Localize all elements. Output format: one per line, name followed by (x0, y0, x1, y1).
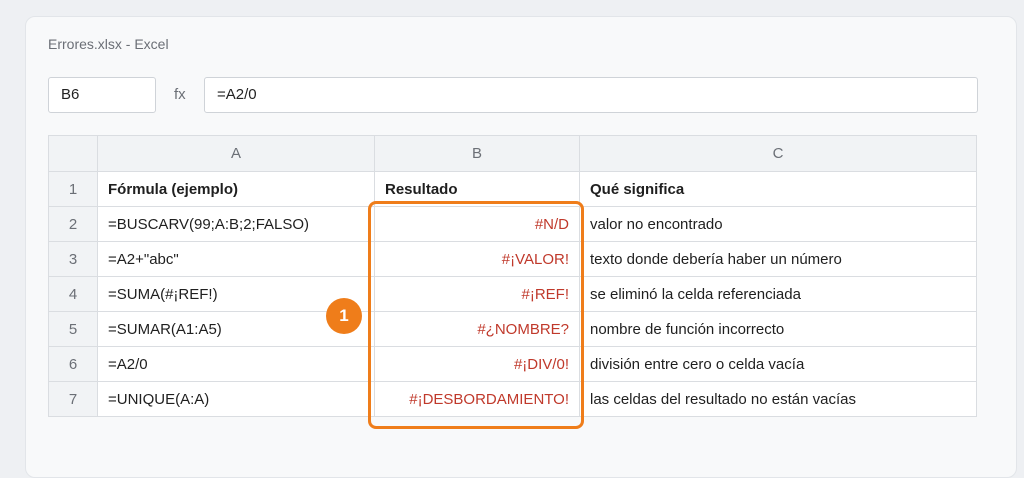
row-header[interactable]: 5 (48, 311, 98, 347)
column-header-row: A B C (48, 135, 977, 172)
cell-a6[interactable]: =A2/0 (97, 346, 375, 382)
cell-a2[interactable]: =BUSCARV(99;A:B;2;FALSO) (97, 206, 375, 242)
cell-c5[interactable]: nombre de función incorrecto (579, 311, 977, 347)
column-header-c[interactable]: C (579, 135, 977, 172)
cell-c3[interactable]: texto donde debería haber un número (579, 241, 977, 277)
name-box[interactable]: B6 (48, 77, 156, 113)
cell-c1[interactable]: Qué significa (579, 171, 977, 207)
row-header[interactable]: 1 (48, 171, 98, 207)
row-header[interactable]: 7 (48, 381, 98, 417)
row-header[interactable]: 2 (48, 206, 98, 242)
cell-c6[interactable]: división entre cero o celda vacía (579, 346, 977, 382)
cell-a7[interactable]: =UNIQUE(A:A) (97, 381, 375, 417)
select-all-corner[interactable] (48, 135, 98, 172)
window-title: Errores.xlsx - Excel (48, 36, 169, 52)
results-highlight-box (368, 201, 584, 429)
column-header-a[interactable]: A (97, 135, 375, 172)
row-header[interactable]: 3 (48, 241, 98, 277)
formula-input[interactable]: =A2/0 (204, 77, 978, 113)
fx-label: fx (174, 86, 186, 103)
row-header[interactable]: 6 (48, 346, 98, 382)
cell-c7[interactable]: las celdas del resultado no están vacías (579, 381, 977, 417)
callout-badge: 1 (326, 298, 362, 334)
cell-a3[interactable]: =A2+"abc" (97, 241, 375, 277)
cell-a1[interactable]: Fórmula (ejemplo) (97, 171, 375, 207)
column-header-b[interactable]: B (374, 135, 580, 172)
row-header[interactable]: 4 (48, 276, 98, 312)
cell-c4[interactable]: se eliminó la celda referenciada (579, 276, 977, 312)
cell-c2[interactable]: valor no encontrado (579, 206, 977, 242)
